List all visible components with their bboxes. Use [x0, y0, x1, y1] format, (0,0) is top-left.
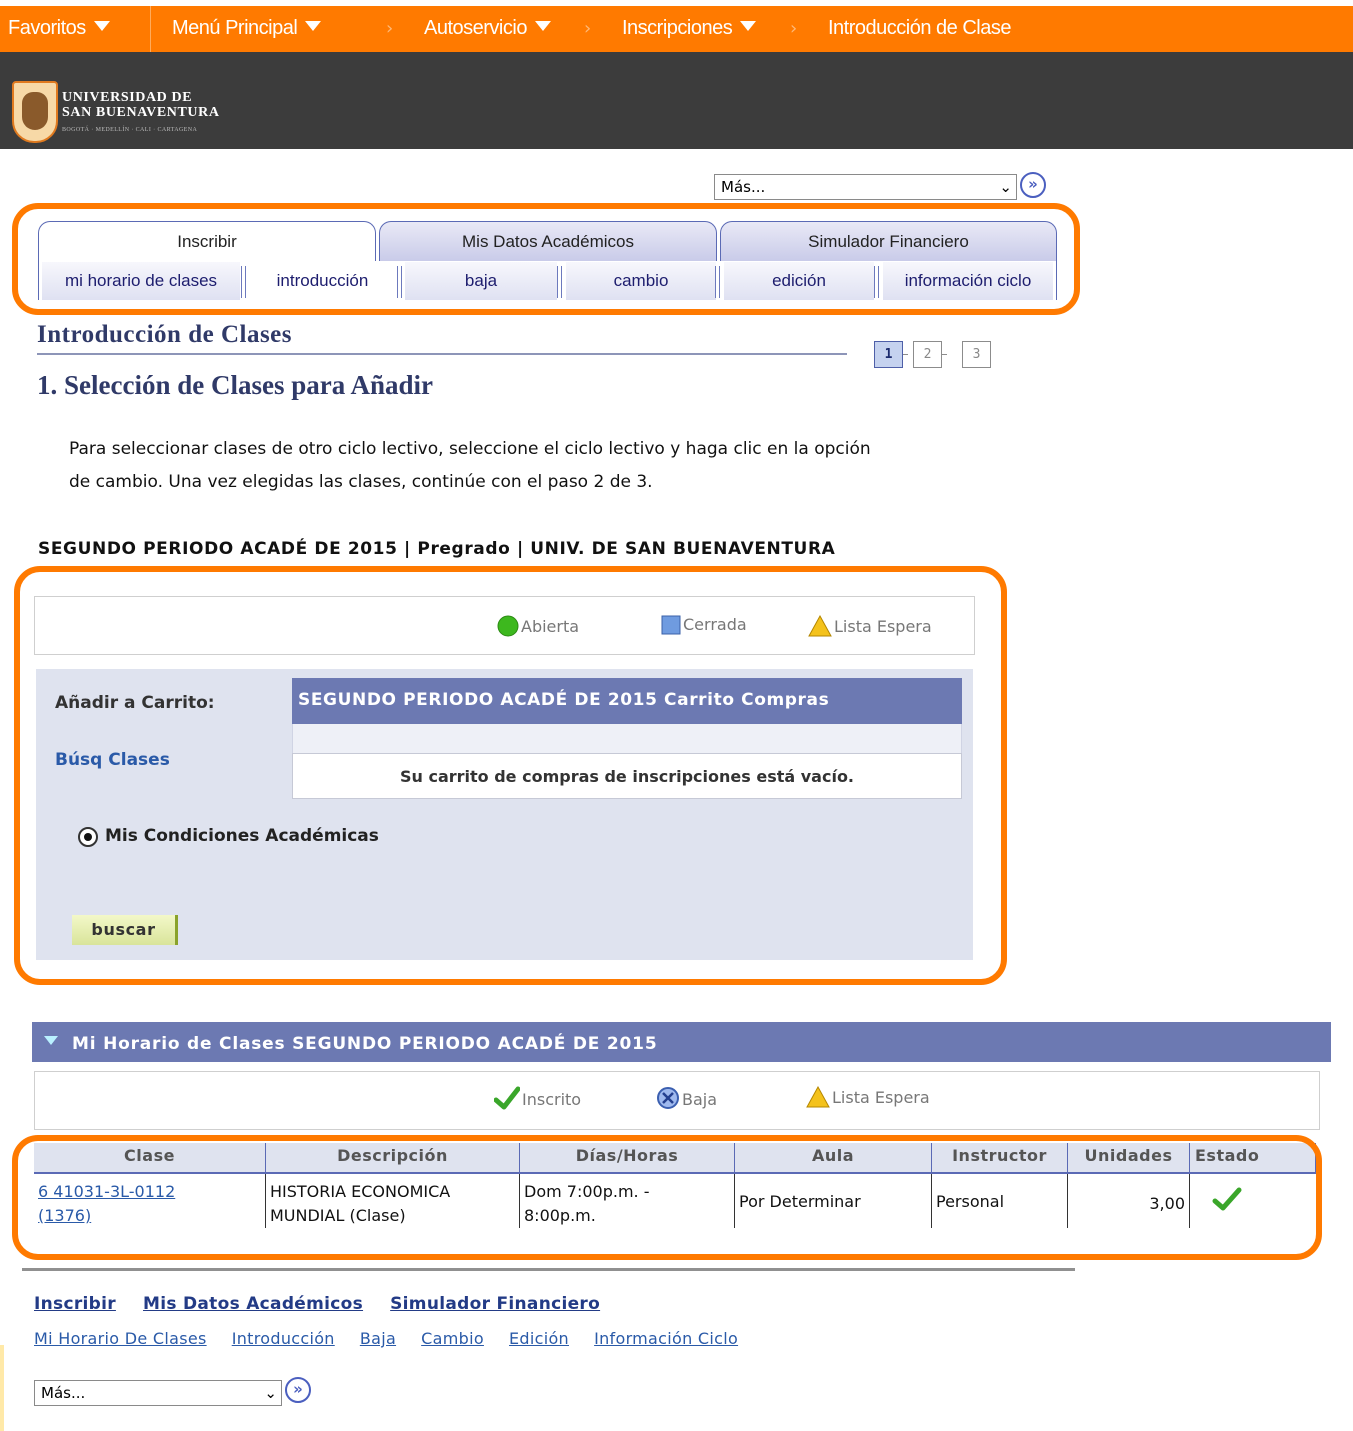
footer-main-links: Inscribir Mis Datos Académicos Simulador…: [34, 1294, 622, 1314]
menu-inscripciones[interactable]: Inscripciones: [622, 6, 757, 52]
mas-select-value: Más...: [721, 178, 766, 196]
intro-line-1: Para seleccionar clases de otro ciclo le…: [69, 439, 871, 459]
collapse-triangle-icon[interactable]: [44, 1036, 58, 1045]
legend-wait-2-label: Lista Espera: [832, 1088, 930, 1107]
caret-down-icon: [740, 21, 757, 31]
caret-down-icon: [305, 21, 322, 31]
go-arrow-button[interactable]: »: [1020, 172, 1046, 198]
nav-divider: [150, 6, 151, 52]
page-title: Introducción de Clases: [37, 321, 293, 348]
footer-divider: [22, 1268, 1075, 1271]
breadcrumb-separator-icon: ›: [386, 18, 394, 39]
caret-down-icon: [534, 21, 551, 31]
logo-emblem: [22, 92, 48, 130]
section-title: 1. Selección de Clases para Añadir: [37, 370, 433, 400]
university-name-line1: UNIVERSIDAD DE: [62, 90, 193, 105]
step-2: 2: [913, 341, 942, 368]
legend-wait-2: Lista Espera: [806, 1086, 930, 1108]
chevron-down-icon: ⌄: [264, 1384, 277, 1402]
menu-autoservicio-label: Autoservicio: [424, 17, 527, 39]
caret-down-icon: [93, 21, 110, 31]
step-1: 1: [874, 341, 903, 368]
step-connector: [942, 354, 947, 355]
university-cities: BOGOTÁ · MEDELLÍN · CALI · CARTAGENA: [62, 127, 198, 133]
go-arrow-button-bottom[interactable]: »: [285, 1377, 311, 1403]
footer-link-baja[interactable]: Baja: [360, 1329, 396, 1348]
legend-dropped-label: Baja: [682, 1090, 718, 1109]
drop-x-icon: [657, 1087, 679, 1109]
footer-link-introduccion[interactable]: Introducción: [232, 1329, 335, 1348]
step-connector: [903, 354, 908, 355]
breadcrumb-separator-icon: ›: [584, 18, 592, 39]
footer-link-mis-datos[interactable]: Mis Datos Académicos: [143, 1294, 363, 1314]
university-name-line2: SAN BUENAVENTURA: [62, 105, 220, 120]
footer-link-edicion[interactable]: Edición: [509, 1329, 569, 1348]
step-3: 3: [962, 341, 991, 368]
footer-link-informacion-ciclo[interactable]: Información Ciclo: [594, 1329, 738, 1348]
intro-line-2: de cambio. Una vez elegidas las clases, …: [69, 472, 653, 492]
schedule-header[interactable]: Mi Horario de Clases SEGUNDO PERIODO ACA…: [32, 1022, 1331, 1062]
mas-select-top[interactable]: Más... ⌄: [714, 174, 1017, 200]
footer-link-inscribir[interactable]: Inscribir: [34, 1294, 116, 1314]
mas-select-bottom[interactable]: Más... ⌄: [34, 1380, 282, 1406]
chevron-down-icon: ⌄: [999, 178, 1012, 196]
intro-text: Para seleccionar clases de otro ciclo le…: [69, 433, 969, 499]
top-navigation-bar: Favoritos Menú Principal › Autoservicio …: [0, 6, 1353, 52]
menu-principal[interactable]: Menú Principal: [172, 6, 322, 52]
legend-enrolled-label: Inscrito: [522, 1090, 582, 1109]
menu-principal-label: Menú Principal: [172, 17, 298, 39]
period-label: SEGUNDO PERIODO ACADÉ DE 2015 | Pregrado…: [38, 539, 836, 559]
check-icon: [494, 1086, 520, 1110]
footer-link-cambio[interactable]: Cambio: [421, 1329, 484, 1348]
footer-sub-links: Mi Horario De Clases Introducción Baja C…: [34, 1329, 758, 1348]
menu-inscripciones-label: Inscripciones: [622, 17, 733, 39]
menu-favoritos-label: Favoritos: [8, 17, 86, 39]
breadcrumb-current[interactable]: Introducción de Clase: [828, 6, 1011, 52]
university-logo-icon: [12, 81, 58, 143]
highlight-tabs: [12, 203, 1080, 315]
highlight-schedule-row: [12, 1135, 1322, 1260]
mas-select-bottom-value: Más...: [41, 1384, 86, 1402]
edge-decoration: [0, 1345, 4, 1431]
title-divider: [37, 353, 847, 355]
footer-link-mi-horario[interactable]: Mi Horario De Clases: [34, 1329, 207, 1348]
menu-autoservicio[interactable]: Autoservicio: [424, 6, 551, 52]
footer-link-simulador[interactable]: Simulador Financiero: [390, 1294, 600, 1314]
waitlist-triangle-icon: [806, 1086, 830, 1108]
legend-dropped: Baja: [656, 1086, 717, 1110]
menu-favoritos[interactable]: Favoritos: [8, 6, 110, 52]
highlight-cart: [14, 566, 1007, 985]
legend-enrolled: Inscrito: [494, 1086, 581, 1110]
breadcrumb-separator-icon: ›: [790, 18, 798, 39]
university-name: UNIVERSIDAD DE SAN BUENAVENTURA: [62, 90, 220, 120]
